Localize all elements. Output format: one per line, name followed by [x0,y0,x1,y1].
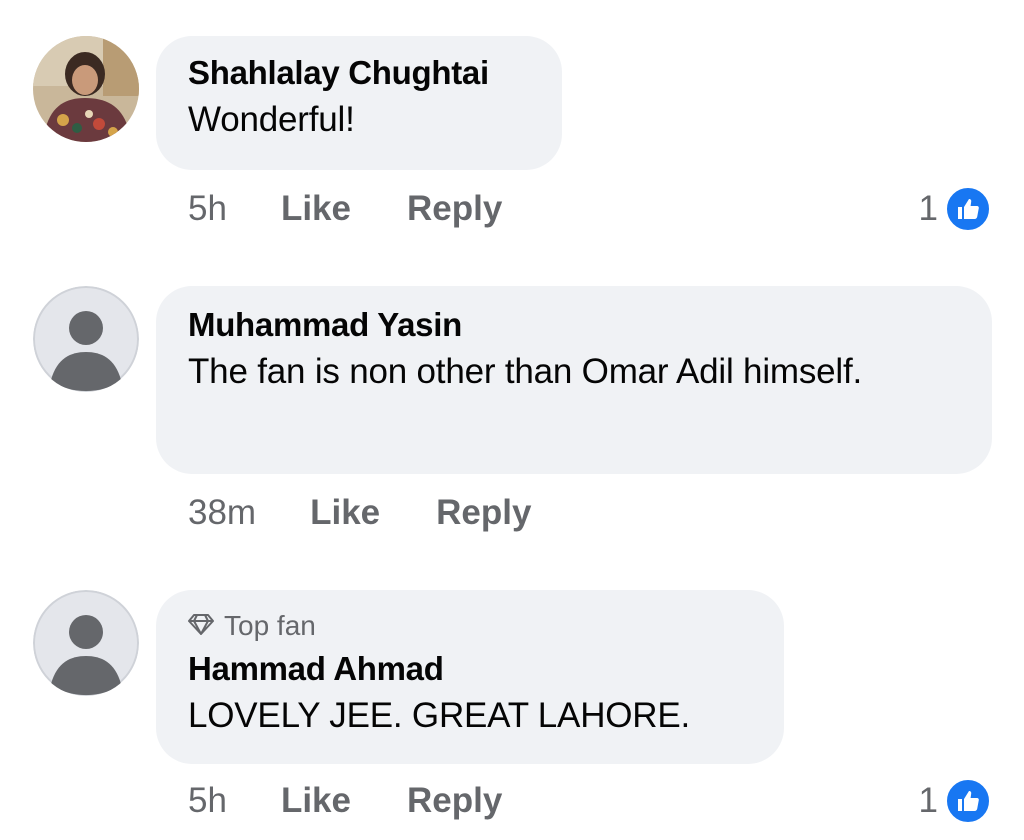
avatar[interactable] [33,36,139,142]
comment-bubble: Muhammad Yasin The fan is non other than… [156,286,992,474]
comment-actions: 5h Like Reply [188,776,558,826]
reply-button[interactable]: Reply [407,189,502,229]
thumbs-up-icon [944,777,992,825]
comment-text: LOVELY JEE. GREAT LAHORE. [188,696,691,735]
comment-author[interactable]: Shahlalay Chughtai [188,54,530,92]
avatar[interactable] [33,590,139,696]
like-button[interactable]: Like [310,493,380,533]
comment-actions: 38m Like Reply [188,488,587,538]
thumbs-up-icon [944,185,992,233]
comment-author[interactable]: Hammad Ahmad [188,650,752,688]
comment-bubble: Shahlalay Chughtai Wonderful! [156,36,562,170]
default-avatar-icon [33,590,139,696]
reaction-count: 1 [918,189,938,228]
comment-time[interactable]: 38m [188,493,256,533]
default-avatar-icon [33,286,139,392]
badge-label: Top fan [224,610,316,641]
reply-button[interactable]: Reply [436,493,531,533]
comment-time[interactable]: 5h [188,781,227,821]
comment-text: Wonderful! [188,100,355,139]
comment-bubble: Top fan Hammad Ahmad LOVELY JEE. GREAT L… [156,590,784,764]
reply-button[interactable]: Reply [407,781,502,821]
comment-actions: 5h Like Reply [188,184,558,234]
comment-time[interactable]: 5h [188,189,227,229]
comment-author[interactable]: Muhammad Yasin [188,306,960,344]
diamond-icon [188,610,214,642]
like-button[interactable]: Like [281,189,351,229]
reaction-count: 1 [918,781,938,820]
reaction-summary[interactable]: 1 [919,184,992,234]
comment-text: The fan is non other than Omar Adil hims… [188,352,863,391]
like-button[interactable]: Like [281,781,351,821]
reaction-summary[interactable]: 1 [919,776,992,826]
avatar[interactable] [33,286,139,392]
profile-photo-icon [33,36,139,142]
top-fan-badge[interactable]: Top fan [188,606,752,646]
